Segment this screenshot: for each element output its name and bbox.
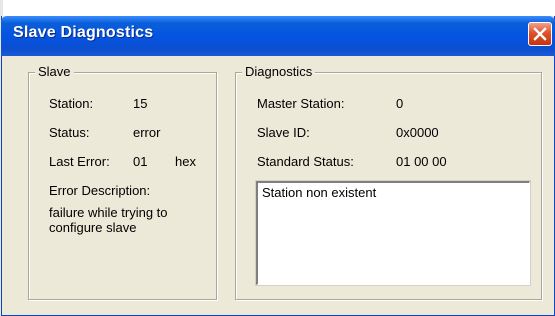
master-station-value: 0 <box>396 96 404 111</box>
dialog-window: Slave Diagnostics Slave Station: 15 Stat… <box>1 16 555 316</box>
diagnostics-groupbox: Diagnostics Master Station: 0 Slave ID: … <box>235 64 542 300</box>
slave-id-value: 0x0000 <box>396 125 439 140</box>
last-error-unit: hex <box>175 154 196 169</box>
close-button[interactable] <box>528 22 552 46</box>
master-station-label: Master Station: <box>257 96 345 111</box>
standard-status-value: 01 00 00 <box>396 154 447 169</box>
slave-legend: Slave <box>35 64 74 80</box>
diagnostics-legend: Diagnostics <box>242 64 316 80</box>
last-error-label: Last Error: <box>49 154 110 169</box>
last-error-value: 01 <box>133 154 148 169</box>
error-description-value: failure while trying to configure slave <box>49 205 168 235</box>
window-title: Slave Diagnostics <box>13 24 154 41</box>
diagnostic-message-text: Station non existent <box>262 185 377 200</box>
station-label: Station: <box>49 96 94 111</box>
slave-groupbox: Slave Station: 15 Status: error Last Err… <box>28 64 217 300</box>
close-icon <box>533 27 547 41</box>
diagnostic-message-box[interactable]: Station non existent <box>256 181 530 285</box>
error-description-label: Error Description: <box>49 183 151 198</box>
slave-id-label: Slave ID: <box>257 125 310 140</box>
status-value: error <box>133 125 161 140</box>
status-label: Status: <box>49 125 90 140</box>
title-bar[interactable]: Slave Diagnostics <box>1 16 555 56</box>
standard-status-label: Standard Status: <box>257 154 354 169</box>
station-value: 15 <box>133 96 148 111</box>
